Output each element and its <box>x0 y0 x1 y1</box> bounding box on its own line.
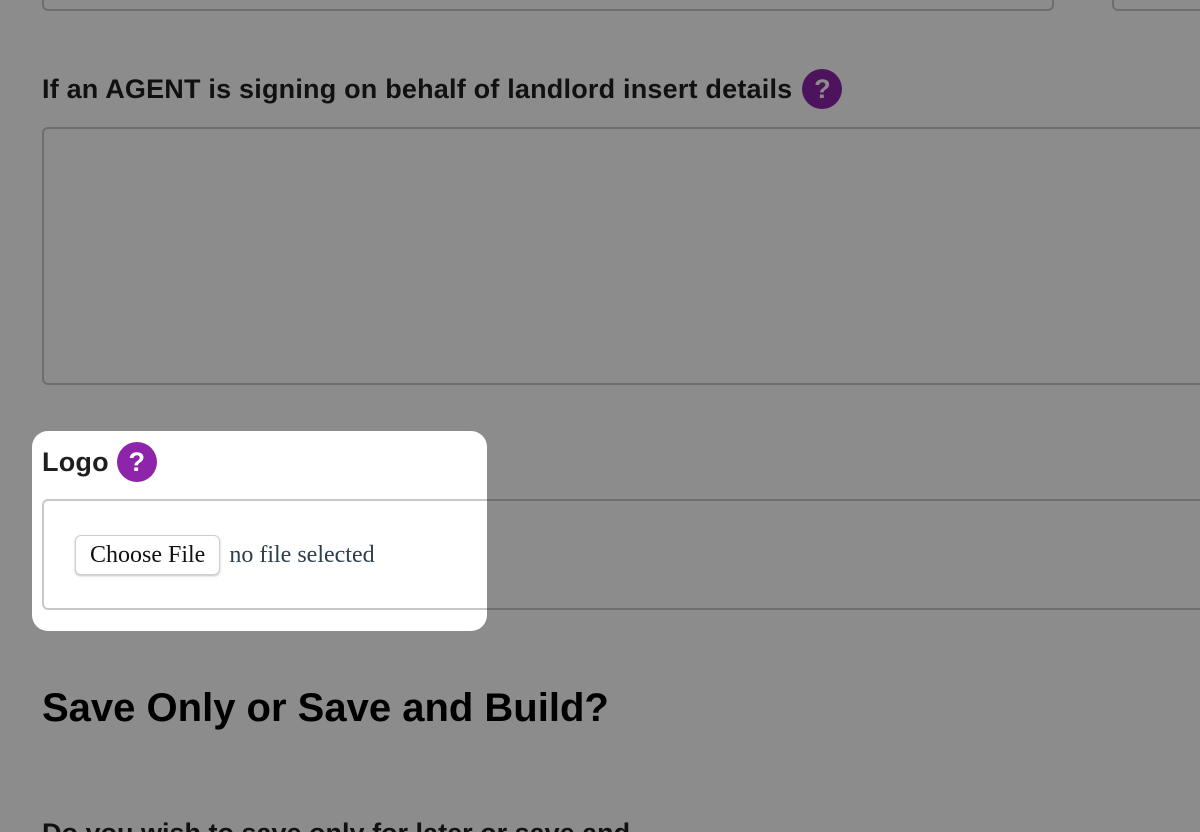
save-section-heading: Save Only or Save and Build? <box>42 686 609 730</box>
top-input-right[interactable] <box>1112 0 1200 11</box>
agent-field-label: If an AGENT is signing on behalf of land… <box>42 68 843 110</box>
choose-file-button[interactable]: Choose File <box>75 535 221 575</box>
agent-label-text: If an AGENT is signing on behalf of land… <box>42 73 793 104</box>
logo-help-icon[interactable]: ? <box>116 442 157 482</box>
logo-field-label: Logo ? <box>42 441 157 483</box>
logo-label-text: Logo <box>42 446 109 477</box>
page: If an AGENT is signing on behalf of land… <box>0 0 1200 832</box>
save-question-label: Do you wish to save only for later or sa… <box>42 818 630 832</box>
file-input[interactable]: Choose File no file selected <box>75 535 375 575</box>
top-input-left[interactable] <box>42 0 1054 11</box>
file-status-text: no file selected <box>229 541 375 568</box>
agent-details-textarea[interactable] <box>42 127 1200 385</box>
agent-help-icon[interactable]: ? <box>802 69 843 109</box>
